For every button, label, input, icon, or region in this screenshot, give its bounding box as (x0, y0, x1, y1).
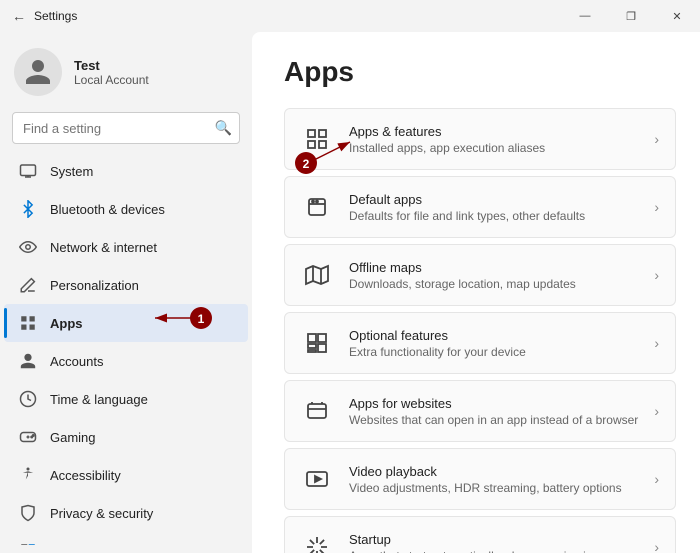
nav-list: System Bluetooth & devices Network & int… (0, 152, 252, 545)
sidebar-item-personalization[interactable]: Personalization (4, 266, 248, 304)
user-account-type: Local Account (74, 73, 149, 87)
chevron-right-icon: › (654, 471, 659, 487)
chevron-right-icon: › (654, 403, 659, 419)
bluetooth-icon (18, 199, 38, 219)
sidebar-item-label: Windows Update (50, 544, 148, 546)
startup-icon (301, 531, 333, 553)
sidebar-item-label: Personalization (50, 278, 139, 293)
close-button[interactable]: ✕ (654, 0, 700, 32)
card-description: Extra functionality for your device (349, 345, 638, 359)
card-default-apps[interactable]: Default apps Defaults for file and link … (284, 176, 676, 238)
chevron-right-icon: › (654, 267, 659, 283)
accessibility-icon (18, 465, 38, 485)
search-button[interactable]: 🔍 (213, 118, 234, 139)
avatar (14, 48, 62, 96)
personalization-icon (18, 275, 38, 295)
card-title: Optional features (349, 328, 638, 343)
page-title: Apps (284, 56, 676, 88)
card-description: Apps that start automatically when you s… (349, 549, 638, 553)
card-description: Websites that can open in an app instead… (349, 413, 638, 427)
video-playback-icon (301, 463, 333, 495)
card-text: Apps for websites Websites that can open… (349, 396, 638, 427)
card-text: Optional features Extra functionality fo… (349, 328, 638, 359)
card-text: Startup Apps that start automatically wh… (349, 532, 638, 553)
app-container: Test Local Account 🔍 System Bluetooth & … (0, 32, 700, 553)
sidebar: Test Local Account 🔍 System Bluetooth & … (0, 32, 252, 553)
person-icon (23, 57, 53, 87)
sidebar-item-system[interactable]: System (4, 152, 248, 190)
apps-features-icon (301, 123, 333, 155)
main-content: Apps Apps & features Installed apps, app… (252, 32, 700, 553)
card-text: Default apps Defaults for file and link … (349, 192, 638, 223)
chevron-right-icon: › (654, 131, 659, 147)
card-description: Installed apps, app execution aliases (349, 141, 638, 155)
privacy-icon (18, 503, 38, 523)
card-description: Defaults for file and link types, other … (349, 209, 638, 223)
sidebar-item-label: Network & internet (50, 240, 157, 255)
sidebar-item-label: Accounts (50, 354, 103, 369)
sidebar-item-network[interactable]: Network & internet (4, 228, 248, 266)
network-icon (18, 237, 38, 257)
sidebar-item-accounts[interactable]: Accounts (4, 342, 248, 380)
card-apps-websites[interactable]: Apps for websites Websites that can open… (284, 380, 676, 442)
sidebar-item-windows-update[interactable]: Windows Update (4, 532, 248, 545)
search-input[interactable] (12, 112, 240, 144)
cards-container: Apps & features Installed apps, app exec… (284, 108, 676, 553)
time-icon (18, 389, 38, 409)
minimize-button[interactable]: — (562, 0, 608, 32)
sidebar-item-label: Privacy & security (50, 506, 153, 521)
default-apps-icon (301, 191, 333, 223)
search-box: 🔍 (12, 112, 240, 144)
sidebar-item-label: Bluetooth & devices (50, 202, 165, 217)
card-title: Apps & features (349, 124, 638, 139)
card-text: Offline maps Downloads, storage location… (349, 260, 638, 291)
card-video-playback[interactable]: Video playback Video adjustments, HDR st… (284, 448, 676, 510)
back-button[interactable]: ← (12, 8, 26, 24)
user-profile[interactable]: Test Local Account (0, 32, 252, 112)
gaming-icon (18, 427, 38, 447)
optional-features-icon (301, 327, 333, 359)
accounts-icon (18, 351, 38, 371)
sidebar-item-label: Time & language (50, 392, 148, 407)
card-optional-features[interactable]: Optional features Extra functionality fo… (284, 312, 676, 374)
sidebar-item-gaming[interactable]: Gaming (4, 418, 248, 456)
titlebar: ← Settings — ❐ ✕ (0, 0, 700, 32)
sidebar-item-label: Gaming (50, 430, 96, 445)
sidebar-item-bluetooth[interactable]: Bluetooth & devices (4, 190, 248, 228)
chevron-right-icon: › (654, 335, 659, 351)
chevron-right-icon: › (654, 199, 659, 215)
sidebar-item-label: Accessibility (50, 468, 121, 483)
windows-update-icon (18, 541, 38, 545)
sidebar-item-accessibility[interactable]: Accessibility (4, 456, 248, 494)
card-title: Default apps (349, 192, 638, 207)
card-text: Video playback Video adjustments, HDR st… (349, 464, 638, 495)
sidebar-item-apps[interactable]: Apps (4, 304, 248, 342)
card-title: Apps for websites (349, 396, 638, 411)
card-title: Offline maps (349, 260, 638, 275)
maximize-button[interactable]: ❐ (608, 0, 654, 32)
window-controls: — ❐ ✕ (562, 0, 700, 32)
card-startup[interactable]: Startup Apps that start automatically wh… (284, 516, 676, 553)
user-name: Test (74, 58, 149, 73)
chevron-right-icon: › (654, 539, 659, 553)
sidebar-item-label: Apps (50, 316, 83, 331)
card-title: Video playback (349, 464, 638, 479)
sidebar-item-privacy[interactable]: Privacy & security (4, 494, 248, 532)
card-description: Downloads, storage location, map updates (349, 277, 638, 291)
apps-icon (18, 313, 38, 333)
apps-websites-icon (301, 395, 333, 427)
sidebar-item-time[interactable]: Time & language (4, 380, 248, 418)
user-info: Test Local Account (74, 58, 149, 87)
card-offline-maps[interactable]: Offline maps Downloads, storage location… (284, 244, 676, 306)
card-apps-features[interactable]: Apps & features Installed apps, app exec… (284, 108, 676, 170)
card-title: Startup (349, 532, 638, 547)
card-text: Apps & features Installed apps, app exec… (349, 124, 638, 155)
window-title: Settings (34, 9, 77, 23)
search-icon: 🔍 (215, 120, 232, 136)
offline-maps-icon (301, 259, 333, 291)
sidebar-item-label: System (50, 164, 93, 179)
card-description: Video adjustments, HDR streaming, batter… (349, 481, 638, 495)
system-icon (18, 161, 38, 181)
